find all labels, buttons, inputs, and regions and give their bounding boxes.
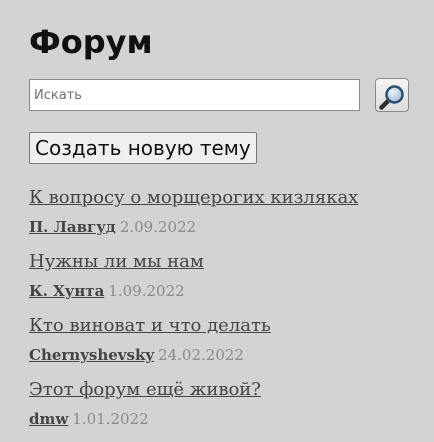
topic-item: Кто виноват и что делать Chernyshevsky 24… — [29, 312, 358, 376]
topic-title-link[interactable]: К вопросу о морщерогих кизляках — [29, 184, 358, 212]
page-title: Форум — [29, 23, 153, 61]
topic-meta: П. Лавгуд 2.09.2022 — [29, 212, 358, 242]
topic-meta: К. Хунта 1.09.2022 — [29, 276, 358, 306]
topic-date: 24.02.2022 — [158, 346, 244, 364]
topic-date: 2.09.2022 — [119, 218, 197, 236]
topic-author-link[interactable]: П. Лавгуд — [29, 218, 116, 236]
topic-author-link[interactable]: dmw — [29, 410, 68, 428]
topic-date: 1.09.2022 — [108, 282, 185, 300]
create-topic-button[interactable]: Создать новую тему — [29, 132, 257, 164]
topic-meta: dmw 1.01.2022 — [29, 404, 358, 434]
topic-meta: Chernyshevsky 24.02.2022 — [29, 340, 358, 370]
topic-author-link[interactable]: К. Хунта — [29, 282, 104, 300]
topic-title-link[interactable]: Кто виноват и что делать — [29, 312, 358, 340]
topic-list: К вопросу о морщерогих кизляках П. Лавгу… — [29, 184, 358, 440]
search-icon — [379, 84, 404, 110]
topic-item: Этот форум ещё живой? dmw 1.01.2022 — [29, 376, 358, 440]
search-button[interactable] — [375, 78, 409, 112]
topic-item: К вопросу о морщерогих кизляках П. Лавгу… — [29, 184, 358, 248]
topic-title-link[interactable]: Этот форум ещё живой? — [29, 376, 358, 404]
search-input[interactable] — [29, 79, 360, 111]
topic-item: Нужны ли мы нам К. Хунта 1.09.2022 — [29, 248, 358, 312]
topic-title-link[interactable]: Нужны ли мы нам — [29, 248, 358, 276]
topic-date: 1.01.2022 — [72, 410, 149, 428]
topic-author-link[interactable]: Chernyshevsky — [29, 346, 154, 364]
